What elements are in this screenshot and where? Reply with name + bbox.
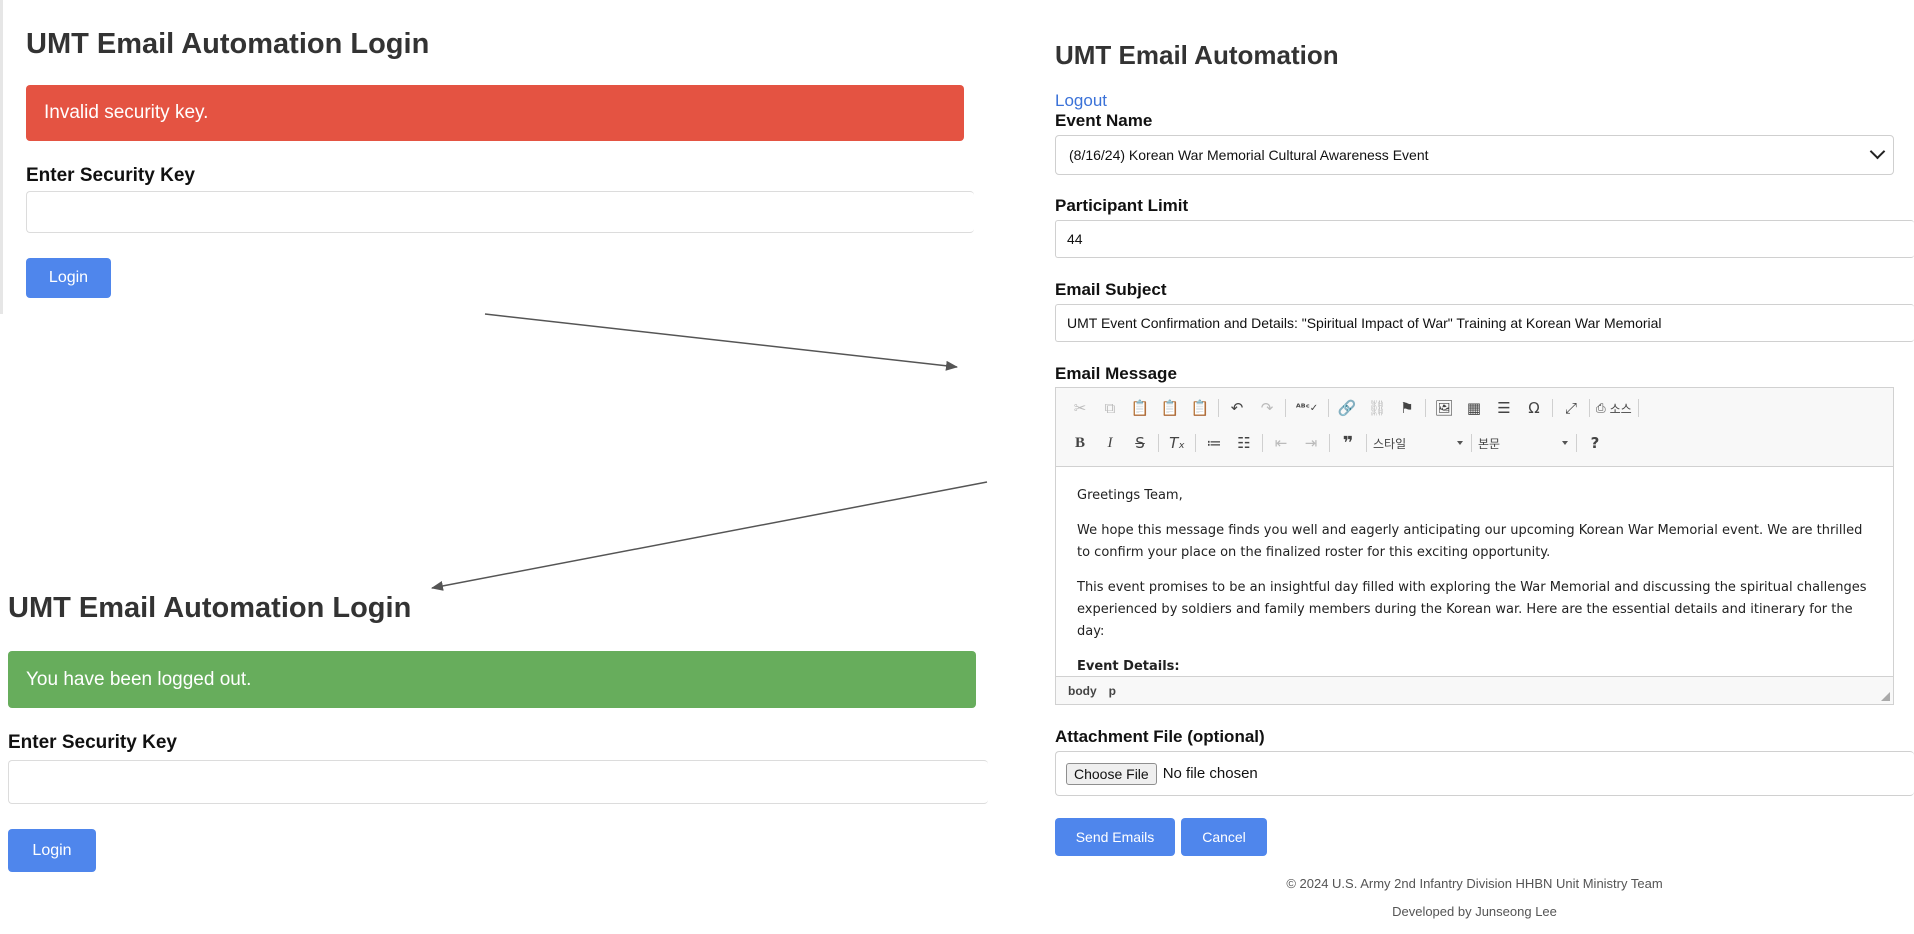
editor-path-bar: body p: [1056, 676, 1893, 704]
security-key-input[interactable]: [8, 760, 988, 804]
footer-copyright: © 2024 U.S. Army 2nd Infantry Division H…: [1286, 876, 1663, 891]
rich-text-editor: ✂ ⧉ 📋 📋 📋 ↶ ↷ ᴬᴮᶜ✓ 🔗 ⛓ ⚑ 🖼 ▦ ☰ Ω ⤢ ⎙ 소스 …: [1055, 387, 1894, 705]
toolbar-separator: [1552, 399, 1553, 417]
italic-icon[interactable]: I: [1098, 431, 1122, 455]
numbered-list-icon[interactable]: ≔: [1202, 431, 1226, 455]
source-icon: ⎙: [1596, 400, 1606, 415]
horizontal-rule-icon[interactable]: ☰: [1492, 396, 1516, 420]
login-button[interactable]: Login: [8, 829, 96, 872]
toolbar-separator: [1195, 434, 1196, 452]
toolbar-separator: [1285, 399, 1286, 417]
source-label: 소스: [1609, 401, 1632, 416]
blockquote-icon[interactable]: ❞: [1336, 431, 1360, 455]
app-title: UMT Email Automation: [1055, 40, 1339, 70]
toolbar-separator: [1576, 434, 1577, 452]
participant-limit-value: 44: [1067, 231, 1083, 247]
strike-icon[interactable]: S: [1128, 431, 1152, 455]
path-item[interactable]: p: [1109, 684, 1116, 698]
editor-paragraph: We hope this message finds you well and …: [1077, 523, 1863, 560]
logout-link[interactable]: Logout: [1055, 91, 1107, 111]
attachment-label: Attachment File (optional): [1055, 727, 1265, 746]
no-file-text: No file chosen: [1162, 765, 1258, 782]
editor-paragraph: Greetings Team,: [1077, 488, 1183, 503]
combo-arrow-icon: [1562, 441, 1568, 445]
paste-icon[interactable]: 📋: [1128, 396, 1152, 420]
choose-file-button[interactable]: Choose File: [1066, 762, 1157, 785]
login-button[interactable]: Login: [26, 258, 111, 298]
spellcheck-icon[interactable]: ᴬᴮᶜ✓: [1292, 396, 1322, 420]
participant-limit-input[interactable]: 44: [1055, 220, 1914, 258]
attachment-file-input[interactable]: Choose File No file chosen: [1055, 751, 1914, 796]
combo-arrow-icon: [1457, 441, 1463, 445]
path-item[interactable]: body: [1068, 684, 1097, 698]
cut-icon[interactable]: ✂: [1068, 396, 1092, 420]
chevron-down-icon: [1869, 143, 1886, 160]
editor-toolbar: ✂ ⧉ 📋 📋 📋 ↶ ↷ ᴬᴮᶜ✓ 🔗 ⛓ ⚑ 🖼 ▦ ☰ Ω ⤢ ⎙ 소스 …: [1056, 388, 1893, 467]
email-subject-input[interactable]: UMT Event Confirmation and Details: "Spi…: [1055, 304, 1914, 342]
security-key-input[interactable]: [26, 191, 974, 233]
anchor-flag-icon[interactable]: ⚑: [1395, 396, 1419, 420]
editor-paragraph: This event promises to be an insightful …: [1077, 580, 1867, 639]
security-key-label: Enter Security Key: [26, 165, 195, 186]
toolbar-separator: [1637, 399, 1639, 417]
style-select[interactable]: 스타일: [1373, 432, 1463, 454]
toolbar-separator: [1366, 434, 1367, 452]
login-panel-logged-out: UMT Email Automation Login You have been…: [0, 565, 1000, 885]
event-name-label: Event Name: [1055, 111, 1153, 130]
toolbar-separator: [1425, 399, 1426, 417]
paste-text-icon[interactable]: 📋: [1158, 396, 1182, 420]
image-icon[interactable]: 🖼: [1432, 396, 1456, 420]
copy-icon[interactable]: ⧉: [1098, 396, 1122, 420]
outdent-icon[interactable]: ⇤: [1269, 431, 1293, 455]
source-button[interactable]: ⎙ 소스: [1596, 396, 1632, 420]
toolbar-row-1: ✂ ⧉ 📋 📋 📋 ↶ ↷ ᴬᴮᶜ✓ 🔗 ⛓ ⚑ 🖼 ▦ ☰ Ω ⤢ ⎙ 소스: [1068, 394, 1645, 422]
toolbar-separator: [1262, 434, 1263, 452]
toolbar-separator: [1589, 399, 1590, 417]
footer-developer: Developed by Junseong Lee: [1392, 904, 1557, 919]
login-title: UMT Email Automation Login: [8, 592, 412, 624]
bold-icon[interactable]: B: [1068, 431, 1092, 455]
toolbar-separator: [1471, 434, 1472, 452]
error-alert: Invalid security key.: [26, 85, 964, 141]
undo-icon[interactable]: ↶: [1225, 396, 1249, 420]
bulleted-list-icon[interactable]: ☷: [1232, 431, 1256, 455]
security-key-label: Enter Security Key: [8, 732, 177, 753]
toolbar-separator: [1218, 399, 1219, 417]
indent-icon[interactable]: ⇥: [1299, 431, 1323, 455]
format-select[interactable]: 본문: [1478, 432, 1568, 454]
cancel-button[interactable]: Cancel: [1181, 818, 1267, 856]
email-subject-value: UMT Event Confirmation and Details: "Spi…: [1067, 315, 1662, 331]
arrow-to-app: [484, 313, 958, 371]
editor-bold-heading: Event Details:: [1077, 659, 1180, 674]
login-panel-error: UMT Email Automation Login Invalid secur…: [0, 0, 1003, 314]
success-alert: You have been logged out.: [8, 651, 976, 708]
toolbar-row-2: B I S Tₓ ≔ ☷ ⇤ ⇥ ❞ 스타일 본문 ?: [1068, 429, 1613, 457]
participant-limit-label: Participant Limit: [1055, 196, 1189, 215]
toolbar-separator: [1329, 434, 1330, 452]
style-select-value: 스타일: [1373, 436, 1407, 451]
send-emails-button[interactable]: Send Emails: [1055, 818, 1175, 856]
redo-icon[interactable]: ↷: [1255, 396, 1279, 420]
event-name-select[interactable]: (8/16/24) Korean War Memorial Cultural A…: [1055, 135, 1894, 175]
unlink-icon[interactable]: ⛓: [1365, 396, 1389, 420]
email-subject-label: Email Subject: [1055, 280, 1167, 299]
help-icon[interactable]: ?: [1583, 431, 1607, 455]
format-select-value: 본문: [1478, 436, 1501, 451]
login-title: UMT Email Automation Login: [26, 28, 430, 60]
paste-word-icon[interactable]: 📋: [1188, 396, 1212, 420]
toolbar-separator: [1158, 434, 1159, 452]
table-icon[interactable]: ▦: [1462, 396, 1486, 420]
maximize-icon[interactable]: ⤢: [1559, 396, 1583, 420]
special-char-icon[interactable]: Ω: [1522, 396, 1546, 420]
resize-handle-icon[interactable]: [1881, 692, 1890, 701]
editor-content[interactable]: Greetings Team, We hope this message fin…: [1056, 467, 1893, 674]
toolbar-separator: [1328, 399, 1329, 417]
event-name-value: (8/16/24) Korean War Memorial Cultural A…: [1069, 147, 1429, 163]
remove-format-icon[interactable]: Tₓ: [1165, 431, 1189, 455]
link-icon[interactable]: 🔗: [1335, 396, 1359, 420]
email-message-label: Email Message: [1055, 364, 1177, 383]
